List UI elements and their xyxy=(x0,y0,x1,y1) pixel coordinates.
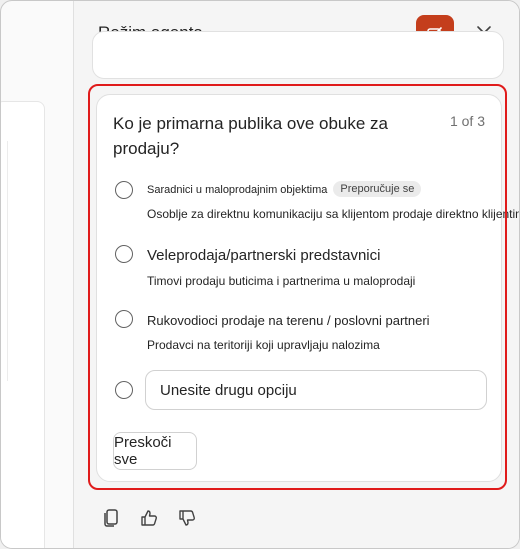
thumbs-up-icon xyxy=(141,510,157,526)
copy-icon xyxy=(104,509,118,527)
app-window: Režim agenta Ko je primarna publika ove … xyxy=(0,0,520,549)
thumbs-down-icon xyxy=(179,510,195,526)
copy-button[interactable] xyxy=(100,506,122,530)
thumbs-down-button[interactable] xyxy=(176,506,198,530)
agent-panel: Režim agenta Ko je primarna publika ove … xyxy=(73,1,519,548)
highlight-outline xyxy=(88,84,507,490)
previous-message-card xyxy=(92,31,504,79)
thumbs-up-button[interactable] xyxy=(138,506,160,530)
background-strip xyxy=(1,141,8,381)
